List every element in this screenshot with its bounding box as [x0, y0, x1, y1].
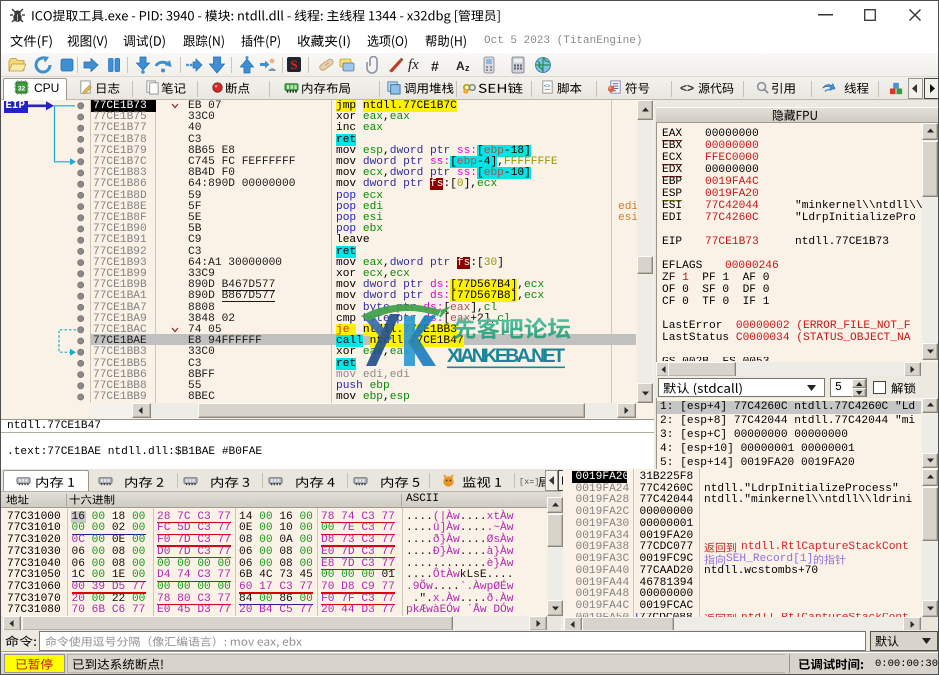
- svg-text:XIANKEBA.NET: XIANKEBA.NET: [447, 345, 565, 367]
- svg-text:!: !: [465, 89, 466, 94]
- svg-text:<>: <>: [544, 83, 551, 90]
- svg-text:S: S: [290, 57, 297, 72]
- svg-text:32: 32: [18, 85, 26, 92]
